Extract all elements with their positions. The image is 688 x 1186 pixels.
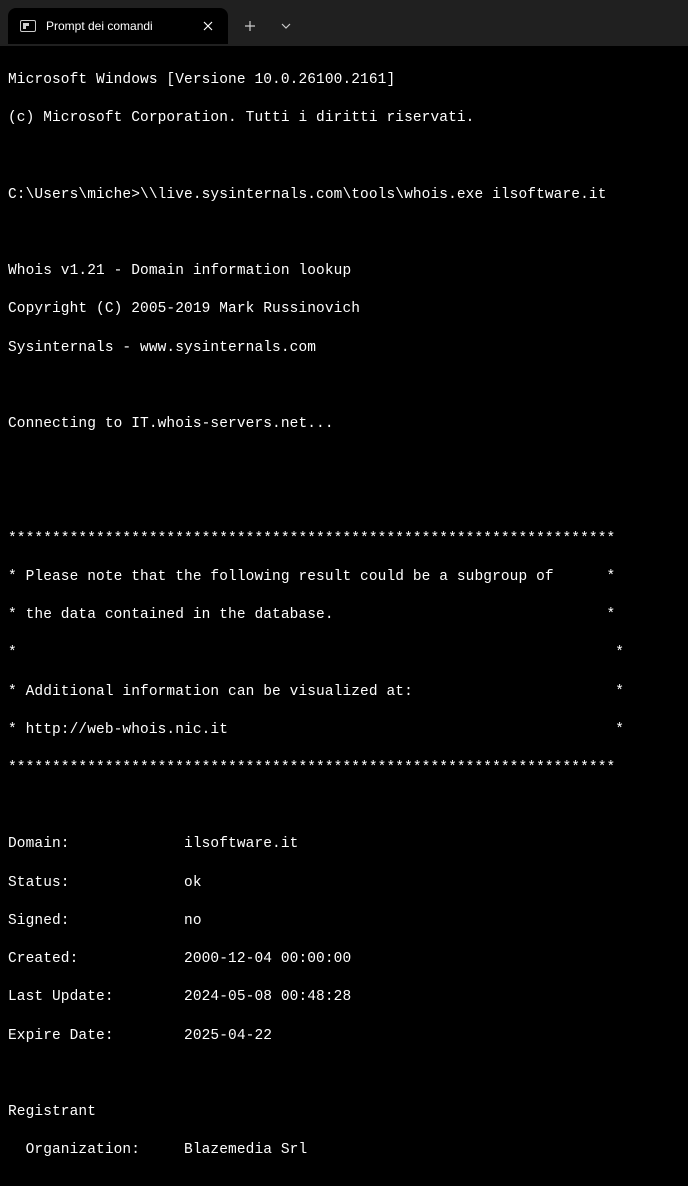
output-line: Registrant [8, 1103, 680, 1122]
output-line: Whois v1.21 - Domain information lookup [8, 262, 680, 281]
output-line [8, 1065, 680, 1084]
dropdown-button[interactable] [270, 10, 302, 42]
output-line [8, 797, 680, 816]
terminal-output[interactable]: Microsoft Windows [Versione 10.0.26100.2… [0, 46, 688, 1186]
output-line: Sysinternals - www.sysinternals.com [8, 339, 680, 358]
output-line: Signed: no [8, 912, 680, 931]
output-line: Domain: ilsoftware.it [8, 835, 680, 854]
output-line: ****************************************… [8, 530, 680, 549]
output-line: (c) Microsoft Corporation. Tutti i dirit… [8, 109, 680, 128]
output-line: Last Update: 2024-05-08 00:48:28 [8, 988, 680, 1007]
terminal-icon [20, 20, 36, 32]
output-line: * Additional information can be visualiz… [8, 683, 680, 702]
output-line [8, 224, 680, 243]
output-line: Copyright (C) 2005-2019 Mark Russinovich [8, 300, 680, 319]
tab-actions [234, 8, 302, 44]
close-icon[interactable] [198, 16, 218, 36]
output-line: Status: ok [8, 874, 680, 893]
output-line: ****************************************… [8, 759, 680, 778]
output-line: Organization: Blazemedia Srl [8, 1141, 680, 1160]
tab-active[interactable]: Prompt dei comandi [8, 8, 228, 44]
output-line [8, 148, 680, 167]
output-line: Connecting to IT.whois-servers.net... [8, 415, 680, 434]
tab-title: Prompt dei comandi [46, 19, 188, 33]
output-line [8, 491, 680, 510]
output-line: * Please note that the following result … [8, 568, 680, 587]
output-line: * the data contained in the database. * [8, 606, 680, 625]
output-line [8, 453, 680, 472]
titlebar: Prompt dei comandi [0, 0, 688, 46]
output-line: Expire Date: 2025-04-22 [8, 1027, 680, 1046]
prompt-line: C:\Users\miche>\\live.sysinternals.com\t… [8, 186, 680, 205]
output-line [8, 377, 680, 396]
output-line: Created: 2000-12-04 00:00:00 [8, 950, 680, 969]
new-tab-button[interactable] [234, 10, 266, 42]
output-line: * http://web-whois.nic.it * [8, 721, 680, 740]
output-line: Microsoft Windows [Versione 10.0.26100.2… [8, 71, 680, 90]
output-line: * * [8, 644, 680, 663]
